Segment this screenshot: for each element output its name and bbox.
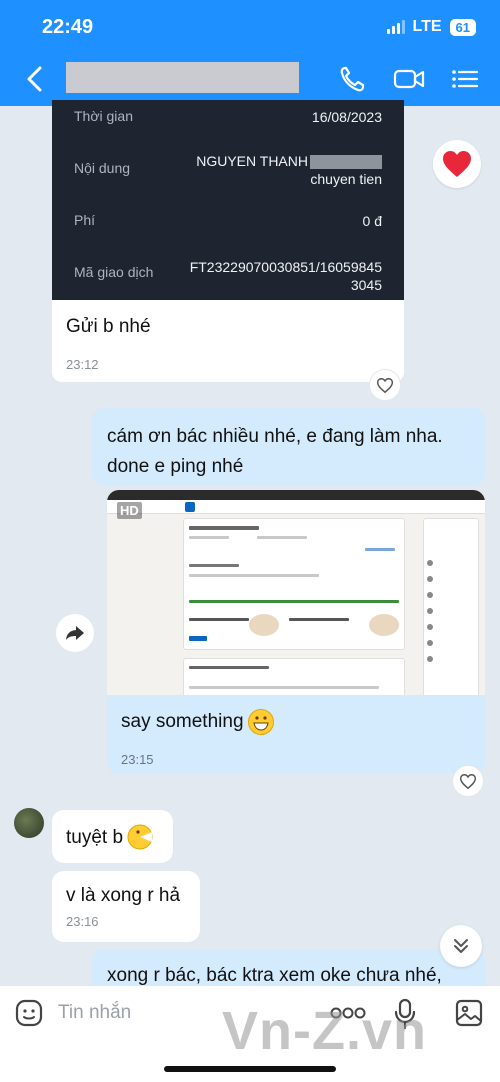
- battery-icon: 61: [449, 18, 476, 36]
- react-button[interactable]: [452, 765, 484, 797]
- screenshot-image[interactable]: HD: [107, 490, 485, 695]
- redacted-name: [310, 155, 382, 170]
- message-text: Gửi b nhé: [66, 316, 151, 337]
- hd-badge: HD: [117, 502, 142, 519]
- heart-outline-icon: [376, 377, 394, 393]
- react-button[interactable]: [369, 369, 401, 401]
- chat-header: 22:49 LTE 61: [0, 0, 500, 106]
- grinning-emoji-icon: [247, 709, 274, 735]
- message-time: 23:12: [66, 357, 99, 372]
- incoming-message[interactable]: v là xong r hả 23:16: [52, 871, 200, 942]
- message-input[interactable]: Tin nhắn: [58, 1002, 131, 1024]
- back-arrow-icon[interactable]: [22, 64, 48, 94]
- heart-reaction-button[interactable]: [433, 140, 481, 188]
- double-chevron-down-icon: [454, 939, 468, 953]
- forward-arrow-icon: [66, 626, 84, 640]
- outgoing-message[interactable]: cám ơn bác nhiều nhé, e đang làm nha. do…: [92, 408, 485, 485]
- home-indicator: [164, 1066, 336, 1072]
- video-call-icon[interactable]: [392, 64, 426, 94]
- heart-outline-icon: [459, 773, 477, 789]
- outgoing-image-message[interactable]: HD say something 23:15: [107, 490, 485, 774]
- sticker-icon[interactable]: [14, 998, 44, 1028]
- image-caption: say something: [121, 709, 274, 735]
- avatar[interactable]: [14, 808, 44, 838]
- receipt-image: Thời gian 16/08/2023 Nội dung NGUYEN THA…: [52, 100, 404, 300]
- linkedin-logo: [185, 502, 195, 512]
- incoming-message[interactable]: tuyệt b: [52, 810, 173, 863]
- share-forward-button[interactable]: [56, 614, 94, 652]
- message-time: 23:16: [66, 914, 99, 929]
- network-label: LTE: [412, 18, 442, 35]
- laughing-emoji-icon: [127, 824, 153, 850]
- scroll-to-bottom-button[interactable]: [440, 925, 482, 967]
- heart-icon: [443, 151, 471, 177]
- signal-icon: [386, 20, 405, 34]
- image-gallery-icon[interactable]: [454, 998, 484, 1028]
- watermark: Vn-Z.vn: [222, 1001, 427, 1061]
- phone-call-icon[interactable]: [336, 64, 370, 94]
- status-indicators: LTE 61: [386, 18, 476, 36]
- menu-list-icon[interactable]: [448, 64, 482, 94]
- contact-name-redacted: [66, 62, 299, 93]
- bank-receipt-message[interactable]: Thời gian 16/08/2023 Nội dung NGUYEN THA…: [52, 100, 404, 382]
- status-time: 22:49: [42, 16, 94, 38]
- message-time: 23:15: [121, 752, 154, 767]
